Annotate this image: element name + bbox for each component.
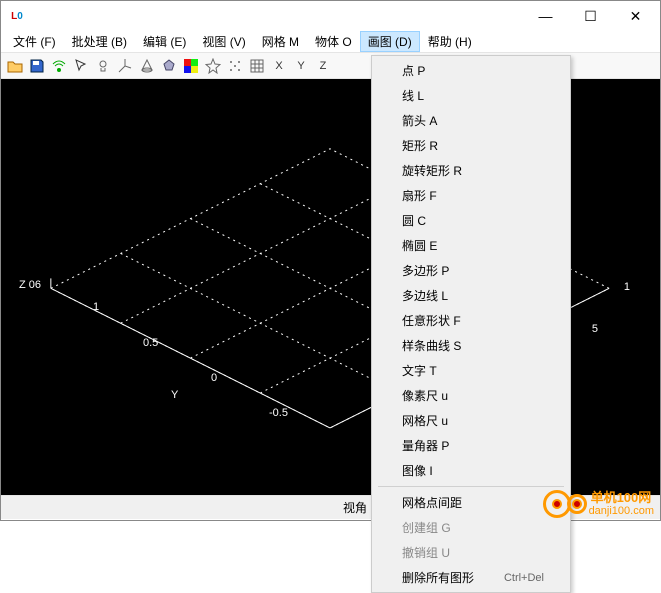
draw-menu-dropdown: 点 P 线 L 箭头 A 矩形 R 旋转矩形 R 扇形 F 圆 C 椭圆 E 多边形 P 多边线 … — [371, 55, 571, 593]
menu-item-2[interactable]: 编辑 (E) — [135, 31, 194, 52]
dropdown-item-label: 任意形状 F — [402, 312, 461, 329]
z-axis-icon[interactable]: Z — [313, 56, 333, 76]
y-tick-0: 0 — [211, 372, 217, 384]
dropdown-item-1[interactable]: 线 L — [374, 83, 568, 108]
menu-item-3[interactable]: 视图 (V) — [194, 31, 253, 52]
dropdown-item-label: 多边形 P — [402, 262, 449, 279]
dropdown-item-20: 撤销组 U — [374, 540, 568, 565]
dropdown-item-label: 图像 I — [402, 462, 433, 479]
dropdown-item-6[interactable]: 圆 C — [374, 208, 568, 233]
minimize-button[interactable]: — — [523, 1, 568, 31]
grid-icon[interactable] — [247, 56, 267, 76]
dropdown-item-2[interactable]: 箭头 A — [374, 108, 568, 133]
z-axis-label: Z 06 — [19, 279, 41, 291]
menu-item-0[interactable]: 文件 (F) — [5, 31, 64, 52]
dropdown-item-label: 样条曲线 S — [402, 337, 461, 354]
y-tick-1: 1 — [93, 301, 99, 313]
dots-icon[interactable] — [225, 56, 245, 76]
dropdown-item-label: 圆 C — [402, 212, 426, 229]
status-view-angle: 视角 — [335, 496, 376, 519]
y-axis-icon[interactable]: Y — [291, 56, 311, 76]
x-axis-icon[interactable]: X — [269, 56, 289, 76]
dropdown-item-9[interactable]: 多边线 L — [374, 283, 568, 308]
menu-item-5[interactable]: 物体 O — [307, 31, 360, 52]
menu-separator — [378, 486, 564, 487]
dropdown-item-label: 扇形 F — [402, 187, 437, 204]
cursor-icon[interactable] — [71, 56, 91, 76]
dropdown-item-8[interactable]: 多边形 P — [374, 258, 568, 283]
dropdown-item-label: 文字 T — [402, 362, 437, 379]
dropdown-item-7[interactable]: 椭圆 E — [374, 233, 568, 258]
dropdown-item-label: 旋转矩形 R — [402, 162, 462, 179]
y-axis-label: Y — [171, 389, 178, 401]
menu-item-4[interactable]: 网格 M — [254, 31, 307, 52]
dropdown-item-0[interactable]: 点 P — [374, 58, 568, 83]
cone-icon[interactable] — [137, 56, 157, 76]
dropdown-item-label: 网格点间距 — [402, 494, 462, 511]
dropdown-item-label: 线 L — [402, 87, 424, 104]
dropdown-item-19: 创建组 G — [374, 515, 568, 540]
dropdown-item-label: 点 P — [402, 62, 425, 79]
x-tick-1: 1 — [624, 281, 630, 293]
x-tick-5: 5 — [592, 323, 598, 335]
star-icon[interactable] — [203, 56, 223, 76]
app-icon: L0 — [9, 8, 25, 24]
dropdown-item-12[interactable]: 文字 T — [374, 358, 568, 383]
open-icon[interactable] — [5, 56, 25, 76]
menu-item-7[interactable]: 帮助 (H) — [420, 31, 480, 52]
menubar: 文件 (F)批处理 (B)编辑 (E)视图 (V)网格 M物体 O画图 (D)帮… — [1, 31, 660, 53]
dropdown-item-3[interactable]: 矩形 R — [374, 133, 568, 158]
y-tick-05: 0.5 — [143, 337, 158, 349]
dropdown-item-label: 像素尺 u — [402, 387, 448, 404]
dropdown-item-shortcut: Ctrl+Del — [504, 572, 544, 584]
dropdown-item-11[interactable]: 样条曲线 S — [374, 333, 568, 358]
menu-item-6[interactable]: 画图 (D) — [360, 31, 420, 52]
colors-icon[interactable] — [181, 56, 201, 76]
dropdown-item-label: 创建组 G — [402, 519, 451, 536]
maximize-button[interactable]: ☐ — [568, 1, 613, 31]
dropdown-item-label: 删除所有图形 — [402, 569, 474, 586]
watermark-logo-icon-small — [567, 494, 587, 514]
dropdown-item-14[interactable]: 网格尺 u — [374, 408, 568, 433]
watermark-name: 单机100网 — [591, 491, 654, 505]
y-tick-n05: -0.5 — [269, 407, 288, 419]
dropdown-item-4[interactable]: 旋转矩形 R — [374, 158, 568, 183]
dropdown-item-label: 矩形 R — [402, 137, 438, 154]
dropdown-item-label: 多边线 L — [402, 287, 448, 304]
dropdown-item-15[interactable]: 量角器 P — [374, 433, 568, 458]
watermark: 单机100网 danji100.com — [543, 490, 654, 518]
titlebar: L0 — ☐ ✕ — [1, 1, 660, 31]
dropdown-item-21[interactable]: 删除所有图形 Ctrl+Del — [374, 565, 568, 590]
dropdown-item-10[interactable]: 任意形状 F — [374, 308, 568, 333]
dropdown-item-label: 网格尺 u — [402, 412, 448, 429]
dropdown-item-5[interactable]: 扇形 F — [374, 183, 568, 208]
save-icon[interactable] — [27, 56, 47, 76]
dropdown-item-label: 箭头 A — [402, 112, 437, 129]
dropdown-item-16[interactable]: 图像 I — [374, 458, 568, 483]
menu-item-1[interactable]: 批处理 (B) — [64, 31, 135, 52]
dropdown-item-label: 椭圆 E — [402, 237, 437, 254]
axes-icon[interactable] — [115, 56, 135, 76]
watermark-url: danji100.com — [589, 505, 654, 517]
dropdown-item-18[interactable]: 网格点间距 — [374, 490, 568, 515]
dropdown-item-label: 撤销组 U — [402, 544, 450, 561]
dropdown-item-label: 量角器 P — [402, 437, 449, 454]
wireless-icon[interactable] — [49, 56, 69, 76]
dropdown-item-13[interactable]: 像素尺 u — [374, 383, 568, 408]
light-icon[interactable] — [93, 56, 113, 76]
close-button[interactable]: ✕ — [613, 1, 658, 31]
shape-icon[interactable] — [159, 56, 179, 76]
